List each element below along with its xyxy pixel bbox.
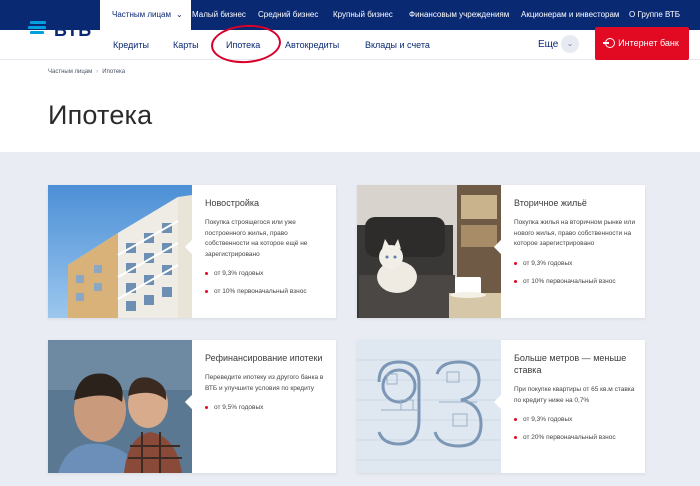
breadcrumb-item-current: Ипотека [102, 69, 126, 75]
card-title[interactable]: Больше метров — меньше ставка [514, 352, 638, 376]
segment-private[interactable]: Частным лицам ⌄ [100, 0, 191, 30]
segment-investors[interactable]: Акционерам и инвесторам [521, 0, 619, 30]
floor-plan-93-illustration [357, 340, 501, 473]
card-bullet-down-payment: от 20% первоначальный взнос [514, 433, 638, 442]
card-bullet-down-payment: от 10% первоначальный взнос [514, 277, 638, 286]
card-bullet-down-payment: от 10% первоначальный взнос [205, 287, 329, 296]
card-description: Переведите ипотеку из другого банка в ВТ… [205, 374, 324, 392]
login-icon [603, 38, 616, 48]
card-description: При покупке квартиры от 65 кв.м ставка п… [514, 386, 635, 404]
apartment-building-photo [48, 185, 192, 318]
segment-financial-institutions[interactable]: Финансовым учреждениям [409, 0, 509, 30]
internet-bank-button[interactable]: Интернет банк [595, 27, 689, 60]
card-description: Покупка жилья на вторичном рынке или нов… [514, 219, 636, 247]
chevron-down-icon: ⌄ [176, 10, 183, 19]
nav-item-auto-loans[interactable]: Автокредиты [285, 30, 339, 60]
card-bullet-rate: от 9,3% годовых [514, 415, 638, 424]
logo-text: ВТБ [54, 20, 92, 40]
card-title[interactable]: Новостройка [205, 197, 329, 209]
breadcrumb-item-private[interactable]: Частным лицам [48, 69, 92, 75]
product-card-secondary-housing[interactable]: Вторичное жильё Покупка жилья на вторичн… [357, 185, 645, 318]
card-bullet-rate: от 9,3% годовых [205, 269, 329, 278]
chevron-right-icon: › [96, 69, 99, 75]
segment-about-group[interactable]: О Группе ВТБ [629, 0, 680, 30]
chevron-down-icon[interactable]: ⌄ [561, 35, 579, 53]
segment-private-label: Частным лицам [112, 10, 172, 19]
father-and-son-photo [48, 340, 192, 473]
card-description: Покупка строящегося или уже построенного… [205, 219, 308, 258]
internet-bank-label: Интернет банк [618, 38, 679, 48]
card-bullet-rate: от 9,3% годовых [514, 259, 638, 268]
more-menu-label[interactable]: Еще [538, 30, 558, 60]
product-card-more-meters[interactable]: Больше метров — меньше ставка При покупк… [357, 340, 645, 473]
nav-item-cards[interactable]: Карты [173, 30, 199, 60]
segment-bar: Частным лицам ⌄ Малый бизнес Средний бизн… [0, 0, 700, 30]
segment-large-business[interactable]: Крупный бизнес [333, 0, 393, 30]
product-card-new-building[interactable]: Новостройка Покупка строящегося или уже … [48, 185, 336, 318]
nav-item-deposits[interactable]: Вклады и счета [365, 30, 430, 60]
page-title: Ипотека [48, 100, 153, 130]
product-card-refinancing[interactable]: Рефинансирование ипотеки Переведите ипот… [48, 340, 336, 473]
segment-medium-business[interactable]: Средний бизнес [258, 0, 318, 30]
card-title[interactable]: Рефинансирование ипотеки [205, 352, 329, 364]
cat-on-armchair-photo [357, 185, 501, 318]
card-bullet-rate: от 9,5% годовых [205, 403, 329, 412]
logo-mark-icon [28, 21, 50, 37]
card-title[interactable]: Вторичное жильё [514, 197, 638, 209]
vtb-logo[interactable]: ВТБ [28, 19, 98, 45]
breadcrumb: Частным лицам › Ипотека [48, 69, 125, 75]
nav-item-credits[interactable]: Кредиты [113, 30, 149, 60]
